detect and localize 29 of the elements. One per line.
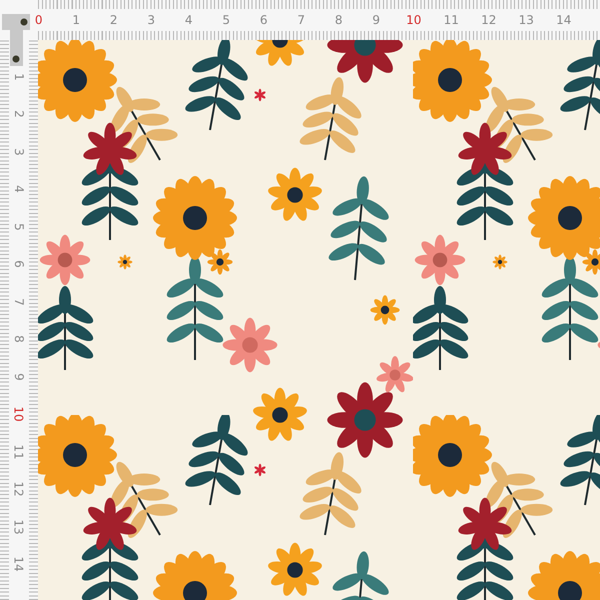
ruler-number: 5 bbox=[12, 222, 26, 231]
ruler-number: 9 bbox=[371, 13, 382, 27]
ruler-number: 10 bbox=[12, 406, 26, 422]
ruler-number: 13 bbox=[518, 13, 535, 27]
ruler-number: 7 bbox=[296, 13, 306, 27]
ruler-number: 2 bbox=[108, 13, 119, 27]
ruler-number: 13 bbox=[12, 519, 26, 534]
ruler-number: 3 bbox=[12, 148, 26, 156]
ruler-number: 6 bbox=[258, 13, 269, 27]
ruler-number: 5 bbox=[221, 13, 232, 27]
ruler-number: 11 bbox=[12, 444, 26, 460]
ruler-number: 1 bbox=[71, 13, 82, 27]
ruler-number: 14 bbox=[12, 556, 26, 572]
ruler-number: 12 bbox=[480, 13, 498, 27]
ruler-number: 10 bbox=[405, 13, 422, 27]
ruler-number: 0 bbox=[34, 13, 44, 27]
ruler-number: 8 bbox=[12, 335, 26, 344]
ruler-number: 7 bbox=[12, 298, 26, 306]
ruler-number: 12 bbox=[12, 482, 26, 497]
ruler-number: 4 bbox=[184, 13, 194, 27]
ruler-number: 9 bbox=[12, 372, 26, 381]
ruler-number: 6 bbox=[12, 260, 26, 268]
ruler-number: 1 bbox=[12, 72, 26, 81]
ruler-number: 8 bbox=[334, 13, 344, 27]
ruler-number: 14 bbox=[555, 13, 572, 27]
ruler-number: 2 bbox=[12, 110, 26, 118]
ruler-number: 11 bbox=[442, 13, 460, 27]
ruler-number: 4 bbox=[12, 185, 26, 194]
ruler-number: 3 bbox=[146, 13, 156, 27]
